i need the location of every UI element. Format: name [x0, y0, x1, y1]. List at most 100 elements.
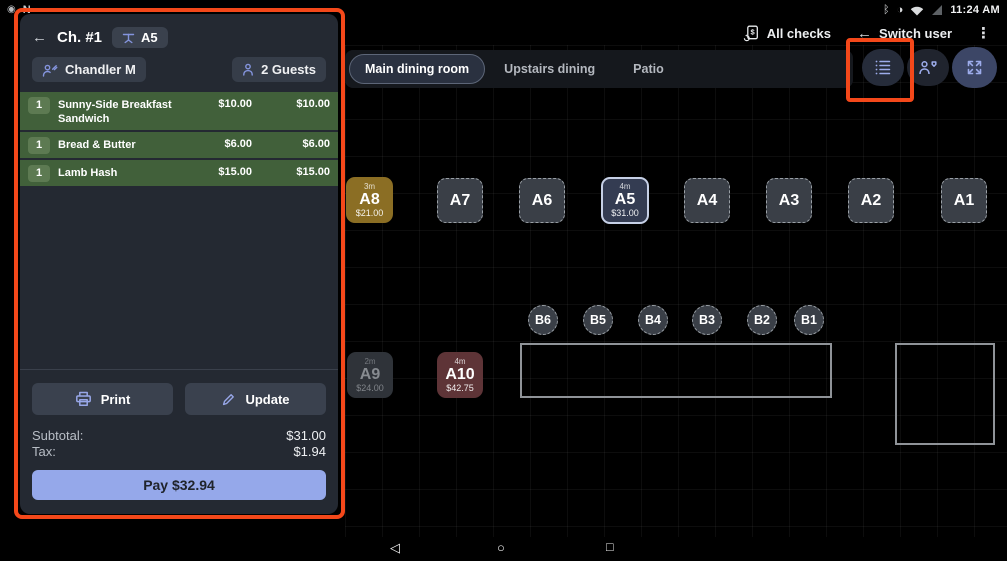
table-a7-label: A7 — [450, 192, 470, 209]
tab-upstairs-dining[interactable]: Upstairs dining — [485, 55, 614, 83]
table-a5-time: 4m — [619, 182, 630, 191]
print-icon — [75, 391, 92, 407]
update-label: Update — [245, 392, 289, 407]
guests-chip[interactable]: 2 Guests — [232, 57, 326, 82]
print-button[interactable]: Print — [32, 383, 173, 415]
check-panel: ← Ch. #1 A5 Cha — [20, 14, 338, 514]
table-a1[interactable]: A1 — [941, 178, 987, 223]
table-a4-label: A4 — [697, 192, 717, 209]
item-total: $10.00 — [260, 96, 330, 110]
cellular-off-icon — [931, 5, 943, 16]
table-a4[interactable]: A4 — [684, 178, 730, 223]
nav-recents-button[interactable]: □ — [606, 540, 614, 554]
item-total: $15.00 — [260, 164, 330, 178]
table-a10-amount: $42.75 — [446, 383, 474, 394]
table-chip[interactable]: A5 — [112, 27, 168, 48]
all-checks-label: All checks — [767, 26, 831, 41]
item-price: $6.00 — [194, 136, 252, 150]
item-qty-badge: 1 — [28, 137, 50, 154]
update-button[interactable]: Update — [185, 383, 326, 415]
tab-patio[interactable]: Patio — [614, 55, 683, 83]
screen-record-icon: ◉ — [7, 0, 16, 20]
side-counter-outline — [895, 343, 995, 445]
tax-label: Tax: — [32, 444, 56, 460]
nav-home-button[interactable]: ○ — [497, 540, 505, 555]
table-a6-label: A6 — [532, 192, 552, 209]
table-a9-amount: $24.00 — [356, 383, 384, 394]
item-price: $15.00 — [194, 164, 252, 178]
tab-main-dining-room[interactable]: Main dining room — [349, 54, 485, 84]
floor-plan-grid — [345, 45, 1007, 537]
item-name: Sunny-Side Breakfast Sandwich — [58, 96, 186, 126]
all-checks-button[interactable]: $ All checks — [743, 25, 831, 42]
table-a1-label: A1 — [954, 192, 974, 209]
order-items-list: 1 Sunny-Side Breakfast Sandwich $10.00 $… — [20, 92, 338, 188]
switch-user-label: Switch user — [879, 26, 952, 41]
table-a10-time: 4m — [454, 357, 465, 366]
table-a8-time: 3m — [364, 182, 375, 191]
order-item-row[interactable]: 1 Bread & Butter $6.00 $6.00 — [20, 132, 338, 158]
table-a3-label: A3 — [779, 192, 799, 209]
guest-icon — [242, 63, 254, 76]
assign-guest-button[interactable] — [907, 49, 949, 86]
server-chip-label: Chandler M — [65, 62, 136, 77]
fullscreen-button[interactable] — [952, 47, 997, 88]
check-footer: Print Update Subtotal: $31.00 Tax: $1.94 — [20, 369, 338, 514]
check-header: ← Ch. #1 A5 Cha — [20, 14, 338, 82]
table-a2-label: A2 — [861, 192, 881, 209]
table-a8-label: A8 — [359, 191, 379, 208]
check-title: Ch. #1 — [57, 29, 102, 46]
print-label: Print — [101, 392, 131, 407]
seat-b3[interactable]: B3 — [692, 305, 722, 335]
seat-b6[interactable]: B6 — [528, 305, 558, 335]
item-qty-badge: 1 — [28, 97, 50, 114]
switch-user-button[interactable]: ← Switch user — [857, 25, 952, 42]
table-a10-label: A10 — [445, 366, 474, 383]
assign-guest-icon — [917, 59, 939, 76]
order-item-row[interactable]: 1 Lamb Hash $15.00 $15.00 — [20, 160, 338, 186]
seat-b4[interactable]: B4 — [638, 305, 668, 335]
bluetooth-icon: ᛒ — [883, 4, 890, 16]
table-a9-label: A9 — [360, 366, 380, 383]
table-a7[interactable]: A7 — [437, 178, 483, 223]
item-name: Lamb Hash — [58, 164, 186, 180]
clock: 11:24 AM — [950, 4, 1000, 16]
all-checks-icon: $ — [743, 25, 760, 42]
subtotal-label: Subtotal: — [32, 428, 83, 444]
table-a6[interactable]: A6 — [519, 178, 565, 223]
overflow-menu-icon[interactable]: ⋮ — [972, 24, 995, 42]
item-price: $10.00 — [194, 96, 252, 110]
data-saver-icon: ◑ — [897, 4, 904, 16]
switch-user-back-icon: ← — [857, 25, 872, 42]
table-a10[interactable]: 4m A10 $42.75 — [437, 352, 483, 398]
table-a8-amount: $21.00 — [356, 208, 384, 219]
table-a9-time: 2m — [364, 357, 375, 366]
user-edit-icon — [42, 63, 58, 77]
seat-b2[interactable]: B2 — [747, 305, 777, 335]
pay-button[interactable]: Pay $32.94 — [32, 470, 326, 500]
subtotal-value: $31.00 — [286, 428, 326, 444]
nav-back-button[interactable]: ◁ — [390, 540, 400, 556]
seat-b5[interactable]: B5 — [583, 305, 613, 335]
list-view-button[interactable] — [862, 49, 904, 86]
table-chip-label: A5 — [141, 30, 158, 45]
item-total: $6.00 — [260, 136, 330, 150]
list-view-icon — [872, 58, 894, 77]
table-icon — [122, 32, 135, 44]
table-a5-label: A5 — [615, 191, 635, 208]
room-tab-strip: Main dining room Upstairs dining Patio — [345, 50, 853, 88]
wifi-icon — [910, 5, 924, 16]
table-a9[interactable]: 2m A9 $24.00 — [347, 352, 393, 398]
order-item-row[interactable]: 1 Sunny-Side Breakfast Sandwich $10.00 $… — [20, 92, 338, 130]
table-a5-amount: $31.00 — [611, 208, 639, 219]
guests-chip-label: 2 Guests — [261, 62, 316, 77]
table-a8[interactable]: 3m A8 $21.00 — [346, 177, 393, 223]
table-a3[interactable]: A3 — [766, 178, 812, 223]
seat-b1[interactable]: B1 — [794, 305, 824, 335]
item-qty-badge: 1 — [28, 165, 50, 182]
table-a2[interactable]: A2 — [848, 178, 894, 223]
back-icon[interactable]: ← — [32, 29, 47, 46]
item-name: Bread & Butter — [58, 136, 186, 152]
table-a5[interactable]: 4m A5 $31.00 — [601, 177, 649, 224]
server-chip[interactable]: Chandler M — [32, 57, 146, 82]
